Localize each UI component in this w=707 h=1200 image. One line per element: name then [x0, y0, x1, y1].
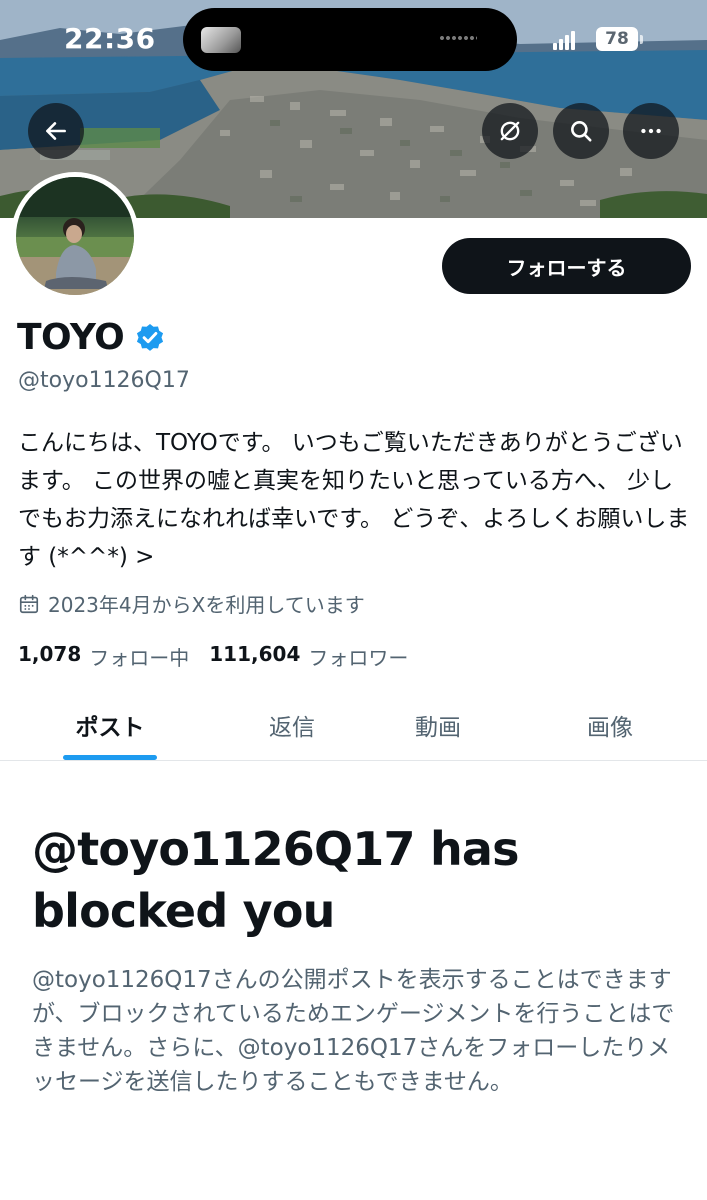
follow-button[interactable]: フォローする: [442, 238, 691, 294]
following-link[interactable]: 1,078 フォロー中: [18, 642, 189, 671]
follow-counts: 1,078 フォロー中 111,604 フォロワー: [18, 642, 428, 671]
avatar[interactable]: [11, 172, 139, 300]
ellipsis-icon: [641, 128, 661, 134]
search-button[interactable]: [553, 103, 609, 159]
mute-notifications-button[interactable]: [482, 103, 538, 159]
verified-badge-icon[interactable]: [134, 322, 166, 354]
tab-replies[interactable]: 返信: [222, 690, 362, 760]
calendar-icon: [19, 594, 39, 613]
status-time: 22:36: [64, 22, 156, 55]
signal-icon: [553, 30, 579, 50]
display-name: TOYO: [17, 317, 125, 358]
tab-videos[interactable]: 動画: [368, 690, 508, 760]
followers-link[interactable]: 111,604 フォロワー: [209, 642, 408, 671]
tab-posts[interactable]: ポスト: [40, 690, 180, 760]
blocked-description: @toyo1126Q17さんの公開ポストを表示することはできますが、ブロックされ…: [32, 967, 675, 1095]
arrow-left-icon: [46, 122, 66, 140]
tab-media[interactable]: 画像: [540, 690, 680, 760]
followers-count: 111,604: [209, 642, 301, 666]
following-label: フォロー中: [89, 646, 190, 670]
battery-nub: [640, 35, 643, 44]
following-count: 1,078: [18, 642, 82, 666]
joined-date: 2023年4月からXを利用しています: [18, 589, 365, 618]
avatar-photo: [16, 177, 134, 295]
search-icon: [571, 121, 592, 142]
profile-tabs: ポスト 返信 動画 画像: [0, 690, 707, 761]
dynamic-island: [183, 8, 517, 71]
back-button[interactable]: [28, 103, 84, 159]
active-tab-indicator: [63, 755, 157, 760]
followers-label: フォロワー: [308, 646, 409, 670]
waveform-icon: [439, 34, 477, 42]
bell-slash-icon: [500, 121, 520, 141]
more-button[interactable]: [623, 103, 679, 159]
joined-text: 2023年4月からXを利用しています: [48, 593, 365, 617]
battery-icon: 78: [596, 27, 638, 51]
handle: @toyo1126Q17: [18, 368, 190, 393]
now-playing-thumbnail: [201, 27, 241, 53]
blocked-title: @toyo1126Q17 has blocked you: [32, 822, 520, 938]
bio: こんにちは、TOYOです。 いつもご覧いただきありがとうございます。 この世界の…: [18, 430, 690, 570]
